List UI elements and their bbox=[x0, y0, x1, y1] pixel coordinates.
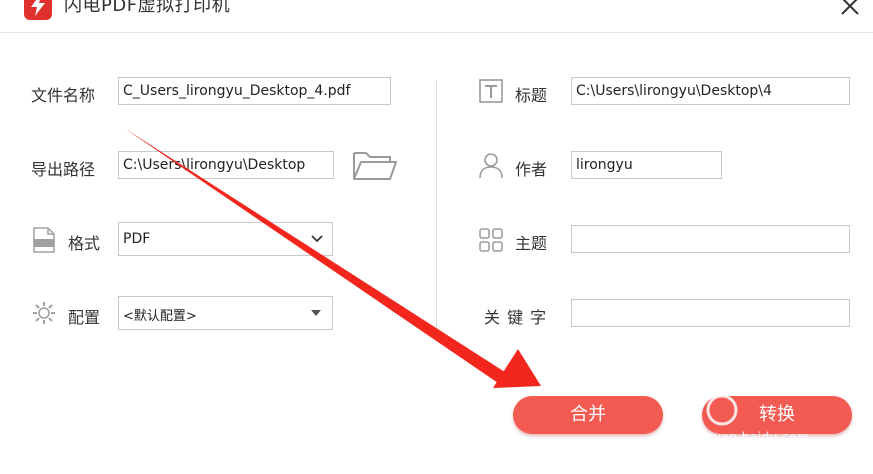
chevron-down-icon bbox=[311, 235, 323, 243]
subject-input[interactable] bbox=[571, 225, 850, 253]
keywords-label: 关 键 字 bbox=[484, 308, 547, 327]
format-select-value: PDF bbox=[123, 231, 151, 247]
title-bar: 闪电PDF虚拟打印机 bbox=[0, 0, 873, 33]
gear-icon bbox=[31, 300, 57, 330]
subject-grid-icon bbox=[479, 228, 503, 256]
author-label: 作者 bbox=[515, 160, 548, 179]
export-path-input[interactable] bbox=[118, 151, 334, 179]
column-divider bbox=[436, 80, 437, 328]
author-input[interactable] bbox=[571, 151, 722, 179]
app-logo-icon bbox=[24, 0, 52, 20]
format-label: 格式 bbox=[68, 234, 101, 253]
filename-input[interactable] bbox=[118, 77, 391, 105]
subject-label: 主题 bbox=[515, 234, 548, 253]
doc-title-input[interactable] bbox=[571, 77, 850, 105]
folder-open-icon[interactable] bbox=[352, 149, 398, 185]
export-path-label: 导出路径 bbox=[31, 160, 96, 179]
config-label: 配置 bbox=[68, 308, 101, 327]
title-t-icon bbox=[479, 79, 503, 107]
user-icon bbox=[478, 151, 504, 183]
doc-title-label: 标题 bbox=[515, 86, 548, 105]
merge-button[interactable]: 合并 bbox=[513, 396, 663, 434]
close-icon[interactable] bbox=[838, 0, 862, 18]
convert-button[interactable]: 转换 bbox=[702, 396, 852, 434]
format-select[interactable]: PDF bbox=[118, 222, 333, 256]
config-select-value: <默认配置> bbox=[123, 309, 197, 324]
pdf-format-icon bbox=[31, 227, 57, 257]
window-title: 闪电PDF虚拟打印机 bbox=[64, 0, 231, 16]
filename-label: 文件名称 bbox=[31, 86, 96, 105]
config-select[interactable]: <默认配置> bbox=[118, 296, 333, 330]
keywords-input[interactable] bbox=[571, 299, 850, 327]
watermark-text: jingyan.baidu.com bbox=[690, 430, 810, 444]
dropdown-caret-icon bbox=[311, 310, 321, 316]
